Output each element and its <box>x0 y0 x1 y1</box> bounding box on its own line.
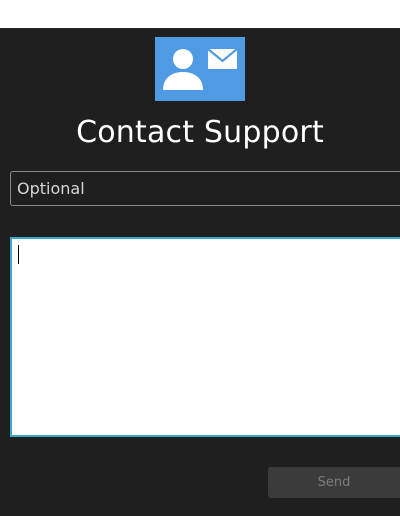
person-mail-icon <box>163 48 238 90</box>
message-textarea[interactable] <box>10 237 400 437</box>
contact-support-icon <box>155 37 245 101</box>
text-caret <box>18 245 19 264</box>
window-top-strip <box>0 0 400 29</box>
send-button[interactable]: Send <box>268 467 400 498</box>
page-title: Contact Support <box>76 115 324 150</box>
subject-input[interactable]: Optional <box>10 171 400 206</box>
subject-placeholder: Optional <box>17 179 85 198</box>
